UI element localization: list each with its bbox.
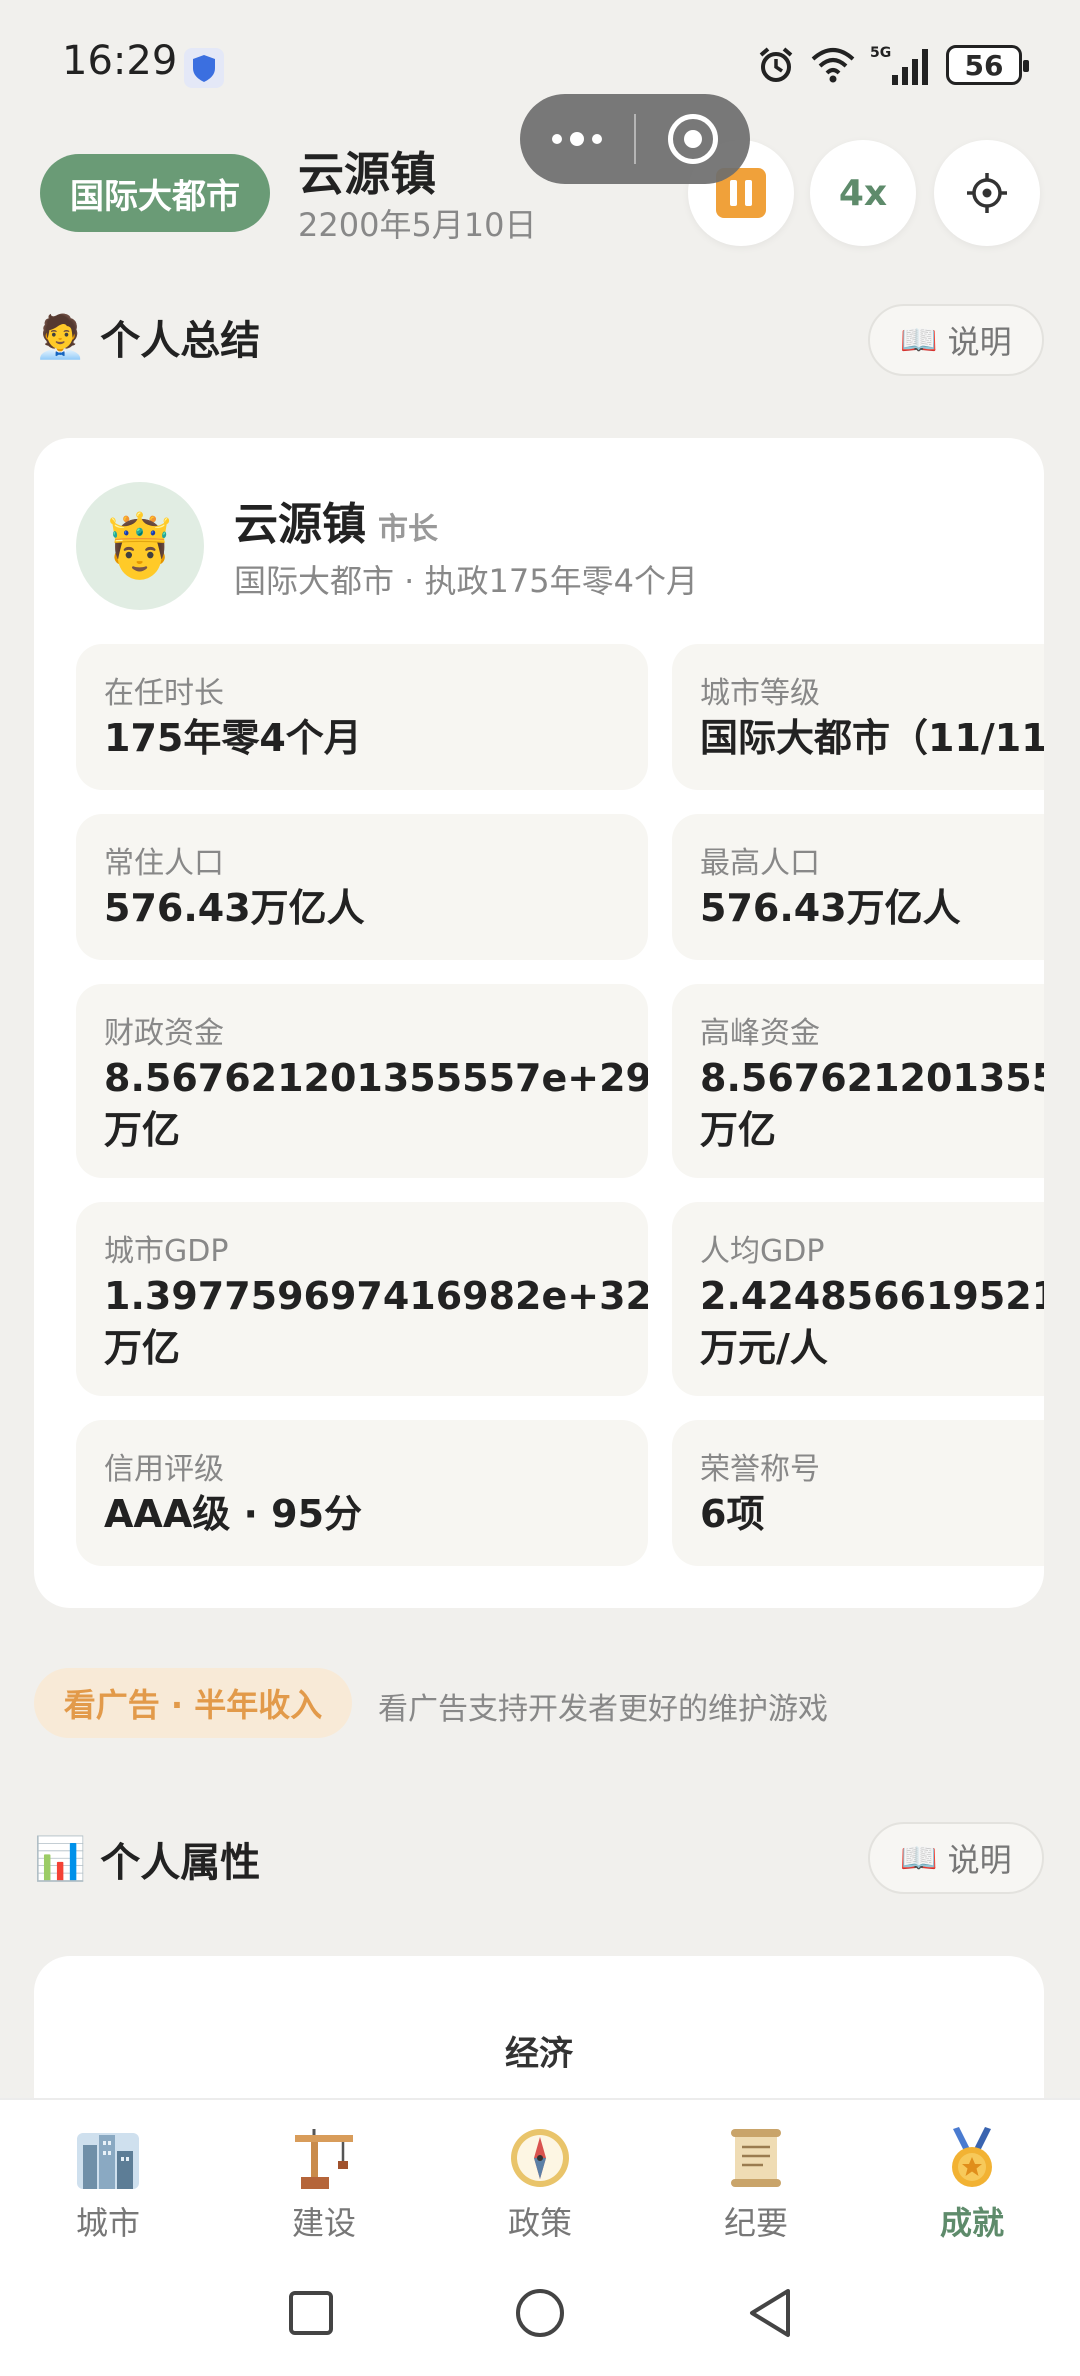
stat-card: 人均GDP 2.42485661952110 万元/人: [672, 1202, 1044, 1396]
stat-label: 最高人口: [700, 846, 820, 881]
stat-label: 城市等级: [700, 676, 820, 711]
back-triangle-icon: [750, 2289, 790, 2337]
watch-ad-button[interactable]: 看广告 · 半年收入: [34, 1668, 352, 1738]
miniprogram-capsule: [520, 94, 750, 184]
mayor-role: 市长: [378, 512, 438, 547]
close-miniprogram-button[interactable]: [636, 94, 750, 184]
more-menu-button[interactable]: [520, 94, 634, 184]
system-nav-bar: [0, 2248, 1080, 2376]
stat-card: 在任时长 175年零4个月: [76, 644, 648, 790]
stat-value: 2.42485661952110 万元/人: [700, 1274, 1044, 1370]
recent-apps-button[interactable]: [276, 2278, 346, 2348]
crane-icon: [289, 2124, 359, 2192]
stat-label: 在任时长: [104, 676, 224, 711]
alarm-icon: [759, 47, 793, 82]
stat-value: AAA级 · 95分: [104, 1492, 363, 1536]
attribute-group-title: 经济: [505, 2034, 573, 2074]
stat-value: 8.56762120135555 万亿: [700, 1056, 1044, 1152]
status-time: 16:29: [62, 38, 178, 84]
summary-card: 🤴 云源镇 市长 国际大都市 · 执政175年零4个月 在任时长 175年零4个…: [34, 438, 1044, 1608]
stat-card: 最高人口 576.43万亿人: [672, 814, 1044, 960]
stat-card: 城市等级 国际大都市（11/11): [672, 644, 1044, 790]
attributes-explain-button[interactable]: 📖 说明: [868, 1822, 1044, 1894]
speed-button[interactable]: 4x: [810, 140, 916, 246]
stat-value: 175年零4个月: [104, 716, 362, 760]
status-icons: 5G 56: [756, 40, 1029, 90]
nav-item-achievements[interactable]: 成就: [864, 2100, 1080, 2250]
stat-label: 高峰资金: [700, 1016, 820, 1051]
summary-section-header: 🧑‍💼 个人总结: [34, 308, 260, 366]
stat-value: 576.43万亿人: [700, 886, 961, 930]
compass-icon: [505, 2124, 575, 2192]
nav-item-city[interactable]: 城市: [0, 2100, 216, 2250]
city-icon: [73, 2124, 143, 2192]
nav-label: 纪要: [723, 2204, 788, 2242]
stat-value: 国际大都市（11/11): [700, 716, 1044, 760]
mayor-subtitle: 国际大都市 · 执政175年零4个月: [234, 562, 698, 600]
nav-item-records[interactable]: 纪要: [648, 2100, 864, 2250]
avatar: 🤴: [76, 482, 204, 610]
more-dot-icon: [570, 132, 584, 146]
game-date: 2200年5月10日: [298, 206, 537, 244]
stat-label: 常住人口: [104, 846, 224, 881]
town-title: 云源镇: [298, 147, 436, 201]
ad-note: 看广告支持开发者更好的维护游戏: [378, 1692, 828, 1727]
stat-label: 财政资金: [104, 1016, 224, 1051]
stat-value: 576.43万亿人: [104, 886, 365, 930]
stat-label: 荣誉称号: [700, 1452, 820, 1487]
city-level-badge[interactable]: 国际大都市: [40, 154, 270, 232]
stat-label: 信用评级: [104, 1452, 224, 1487]
stat-card: 常住人口 576.43万亿人: [76, 814, 648, 960]
svg-text:5G: 5G: [870, 45, 891, 61]
explain-label: 说明: [947, 1841, 1012, 1879]
book-icon: 📖: [900, 1840, 938, 1876]
summary-section-title: 个人总结: [100, 318, 261, 364]
scroll-icon: [721, 2124, 791, 2192]
stat-label: 城市GDP: [104, 1234, 229, 1269]
home-button[interactable]: [505, 2278, 575, 2348]
attributes-section-title: 个人属性: [100, 1840, 261, 1886]
target-icon: [668, 114, 718, 164]
wifi-icon: [811, 48, 855, 83]
back-button[interactable]: [734, 2278, 804, 2348]
book-icon: 📖: [900, 322, 938, 358]
nav-label: 城市: [75, 2204, 140, 2242]
circle-icon: [516, 2289, 564, 2337]
mayor-name: 云源镇: [234, 499, 366, 550]
more-dot-icon: [592, 134, 602, 144]
person-icon: 🧑‍💼: [34, 312, 87, 361]
signal-icon: 5G: [870, 45, 928, 85]
nav-item-build[interactable]: 建设: [216, 2100, 432, 2250]
shield-icon: [184, 48, 224, 88]
nav-label: 建设: [291, 2204, 356, 2242]
stat-label: 人均GDP: [700, 1234, 825, 1269]
medal-icon: [937, 2124, 1007, 2192]
stat-value: 8.567621201355557e+29 万亿: [104, 1056, 648, 1152]
bottom-nav: 城市 建设 政策 纪要 成就: [0, 2098, 1080, 2248]
bar-chart-icon: 📊: [34, 1834, 87, 1883]
nav-item-policy[interactable]: 政策: [432, 2100, 648, 2250]
nav-label: 政策: [507, 2204, 572, 2242]
stat-card: 信用评级 AAA级 · 95分: [76, 1420, 648, 1566]
square-icon: [289, 2291, 333, 2335]
stat-card: 高峰资金 8.56762120135555 万亿: [672, 984, 1044, 1178]
stat-value: 1.397759697416982e+32 万亿: [104, 1274, 648, 1370]
stat-card: 城市GDP 1.397759697416982e+32 万亿: [76, 1202, 648, 1396]
attributes-section-header: 📊 个人属性: [34, 1830, 260, 1888]
stat-value: 6项: [700, 1492, 765, 1536]
battery-icon: 56: [946, 45, 1029, 85]
explain-label: 说明: [947, 323, 1012, 361]
nav-label: 成就: [939, 2204, 1004, 2242]
stat-card: 荣誉称号 6项: [672, 1420, 1044, 1566]
settings-button[interactable]: [934, 140, 1040, 246]
more-dot-icon: [552, 134, 562, 144]
stat-card: 财政资金 8.567621201355557e+29 万亿: [76, 984, 648, 1178]
gear-icon: [967, 173, 1007, 213]
summary-explain-button[interactable]: 📖 说明: [868, 304, 1044, 376]
